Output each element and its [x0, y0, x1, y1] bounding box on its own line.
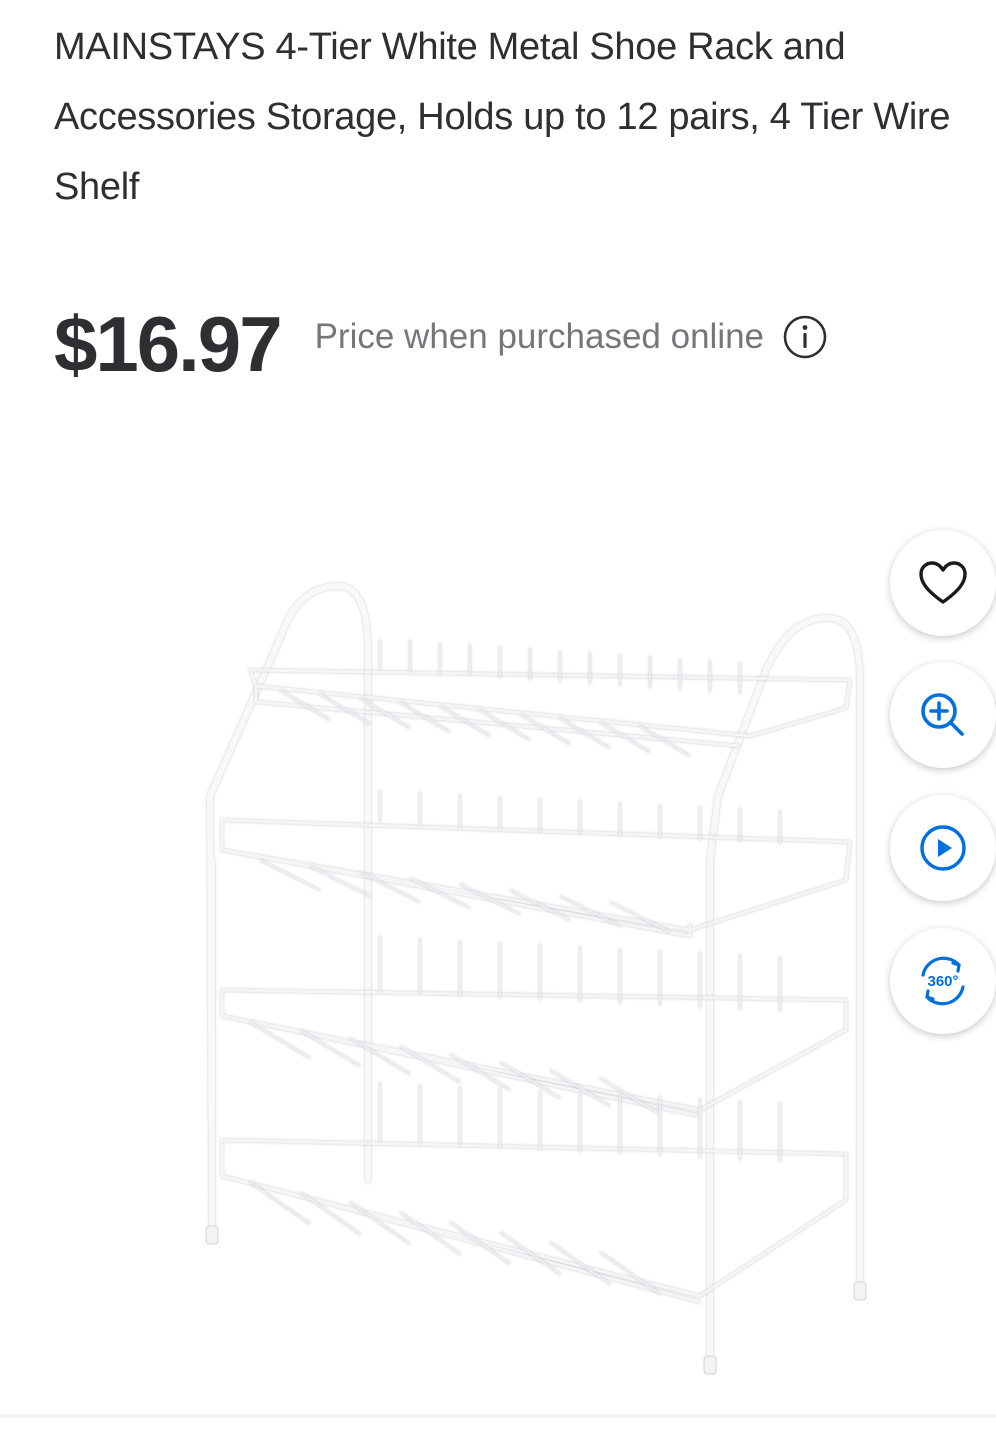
product-price: $16.97	[54, 300, 283, 388]
zoom-button[interactable]	[890, 662, 996, 768]
favorite-button[interactable]	[890, 530, 996, 636]
info-icon[interactable]	[782, 314, 828, 360]
price-note: Price when purchased online	[315, 314, 828, 360]
product-page: MAINSTAYS 4-Tier White Metal Shoe Rack a…	[0, 0, 996, 1440]
video-button[interactable]	[890, 795, 996, 901]
zoom-in-icon	[921, 693, 964, 736]
section-divider	[0, 1414, 996, 1418]
product-image[interactable]	[170, 560, 890, 1390]
price-row: $16.97 Price when purchased online	[54, 298, 828, 390]
play-icon	[920, 825, 966, 871]
price-note-text: Price when purchased online	[314, 317, 765, 356]
view-360-label: 360°	[927, 973, 958, 990]
product-title: MAINSTAYS 4-Tier White Metal Shoe Rack a…	[54, 26, 951, 208]
360-view-icon: 360°	[921, 956, 965, 1006]
view-360-button[interactable]: 360°	[890, 928, 996, 1034]
shoe-rack-illustration	[205, 582, 867, 1375]
heart-icon	[919, 561, 967, 604]
